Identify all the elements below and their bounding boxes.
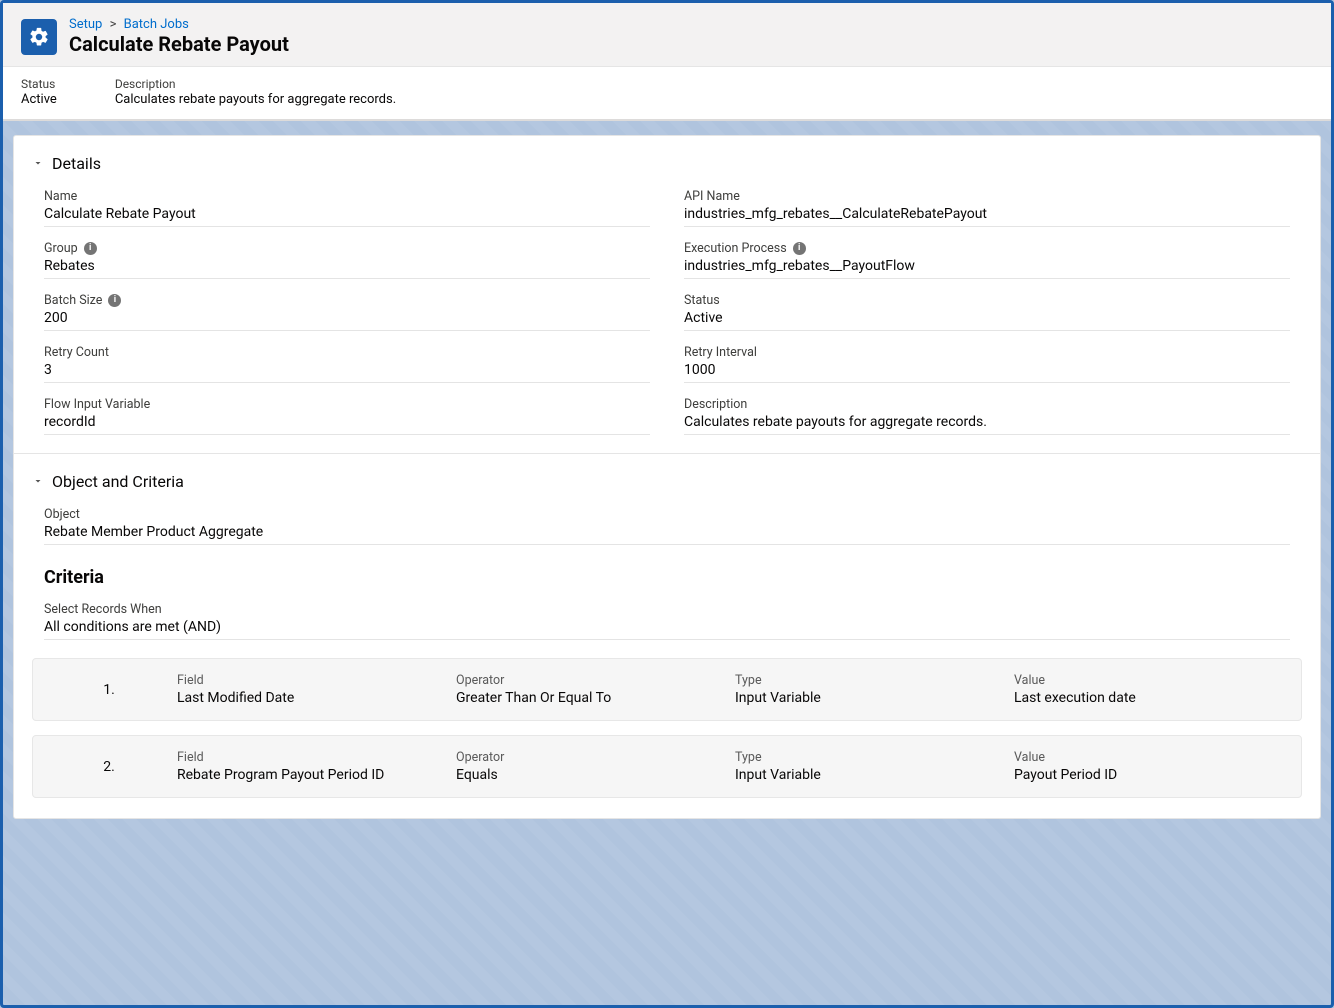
- page-header: Setup > Batch Jobs Calculate Rebate Payo…: [3, 3, 1331, 121]
- field-retry-interval-value: 1000: [684, 362, 1290, 383]
- field-batch-size-value: 200: [44, 310, 650, 331]
- field-group-value: Rebates: [44, 258, 650, 279]
- breadcrumb-separator: >: [110, 17, 117, 32]
- criteria-field-value: Last Modified Date: [177, 690, 448, 706]
- criteria-operator-value: Greater Than Or Equal To: [456, 690, 727, 706]
- field-execution-process-value: industries_mfg_rebates__PayoutFlow: [684, 258, 1290, 279]
- criteria-type-label: Type: [735, 673, 1006, 688]
- field-execution-process-label: Execution Process i: [684, 241, 1290, 256]
- header-status-value: Active: [21, 92, 57, 107]
- field-object: Object Rebate Member Product Aggregate: [44, 507, 1290, 545]
- header-status-label: Status: [21, 77, 57, 91]
- details-grid: Name Calculate Rebate Payout API Name in…: [14, 179, 1320, 439]
- field-api-name-label: API Name: [684, 189, 1290, 204]
- field-api-name-value: industries_mfg_rebates__CalculateRebateP…: [684, 206, 1290, 227]
- criteria-value-value: Last execution date: [1014, 690, 1285, 706]
- criteria-operator-label: Operator: [456, 750, 727, 765]
- section-object-title: Object and Criteria: [52, 472, 184, 491]
- field-flow-input-label: Flow Input Variable: [44, 397, 650, 412]
- field-description-value: Calculates rebate payouts for aggregate …: [684, 414, 1290, 435]
- content-card: Details Name Calculate Rebate Payout API…: [13, 135, 1321, 819]
- criteria-type-label: Type: [735, 750, 1006, 765]
- breadcrumb: Setup > Batch Jobs: [69, 17, 289, 32]
- field-retry-count: Retry Count 3: [44, 345, 650, 383]
- field-retry-count-label: Retry Count: [44, 345, 650, 360]
- criteria-number: 1.: [49, 682, 169, 698]
- breadcrumb-batchjobs-link[interactable]: Batch Jobs: [124, 17, 189, 32]
- criteria-field-value: Rebate Program Payout Period ID: [177, 767, 448, 783]
- field-name-label: Name: [44, 189, 650, 204]
- field-flow-input: Flow Input Variable recordId: [44, 397, 650, 435]
- section-details-title: Details: [52, 154, 101, 173]
- criteria-row-1: 1. Field Last Modified Date Operator Gre…: [32, 658, 1302, 721]
- gear-icon: [21, 19, 57, 55]
- criteria-row-2: 2. Field Rebate Program Payout Period ID…: [32, 735, 1302, 798]
- field-retry-interval-label: Retry Interval: [684, 345, 1290, 360]
- info-icon[interactable]: i: [108, 294, 121, 307]
- section-details-header[interactable]: Details: [14, 136, 1320, 179]
- header-summary: Status Active Description Calculates reb…: [3, 66, 1331, 120]
- criteria-type-value: Input Variable: [735, 690, 1006, 706]
- info-icon[interactable]: i: [84, 242, 97, 255]
- criteria-heading: Criteria: [14, 549, 1320, 592]
- field-status: Status Active: [684, 293, 1290, 331]
- criteria-value-value: Payout Period ID: [1014, 767, 1285, 783]
- field-retry-count-value: 3: [44, 362, 650, 383]
- field-batch-size: Batch Size i 200: [44, 293, 650, 331]
- field-select-when: Select Records When All conditions are m…: [44, 602, 1290, 640]
- chevron-down-icon: [32, 472, 44, 491]
- criteria-field-label: Field: [177, 750, 448, 765]
- field-group: Group i Rebates: [44, 241, 650, 279]
- criteria-operator-label: Operator: [456, 673, 727, 688]
- chevron-down-icon: [32, 154, 44, 173]
- criteria-number: 2.: [49, 759, 169, 775]
- page-title: Calculate Rebate Payout: [69, 32, 289, 56]
- field-status-label: Status: [684, 293, 1290, 308]
- field-description-label: Description: [684, 397, 1290, 412]
- header-desc-value: Calculates rebate payouts for aggregate …: [115, 92, 396, 107]
- field-batch-size-label: Batch Size i: [44, 293, 650, 308]
- header-desc-label: Description: [115, 77, 396, 91]
- field-object-label: Object: [44, 507, 1290, 522]
- field-select-when-label: Select Records When: [44, 602, 1290, 617]
- criteria-field-label: Field: [177, 673, 448, 688]
- criteria-operator-value: Equals: [456, 767, 727, 783]
- field-description: Description Calculates rebate payouts fo…: [684, 397, 1290, 435]
- field-name: Name Calculate Rebate Payout: [44, 189, 650, 227]
- criteria-value-label: Value: [1014, 673, 1285, 688]
- field-object-value: Rebate Member Product Aggregate: [44, 524, 1290, 545]
- criteria-type-value: Input Variable: [735, 767, 1006, 783]
- field-execution-process: Execution Process i industries_mfg_rebat…: [684, 241, 1290, 279]
- field-api-name: API Name industries_mfg_rebates__Calcula…: [684, 189, 1290, 227]
- section-object-header[interactable]: Object and Criteria: [14, 453, 1320, 497]
- field-status-value: Active: [684, 310, 1290, 331]
- breadcrumb-setup-link[interactable]: Setup: [69, 17, 102, 32]
- criteria-value-label: Value: [1014, 750, 1285, 765]
- info-icon[interactable]: i: [793, 242, 806, 255]
- field-name-value: Calculate Rebate Payout: [44, 206, 650, 227]
- field-retry-interval: Retry Interval 1000: [684, 345, 1290, 383]
- field-group-label: Group i: [44, 241, 650, 256]
- field-select-when-value: All conditions are met (AND): [44, 619, 1290, 640]
- field-flow-input-value: recordId: [44, 414, 650, 435]
